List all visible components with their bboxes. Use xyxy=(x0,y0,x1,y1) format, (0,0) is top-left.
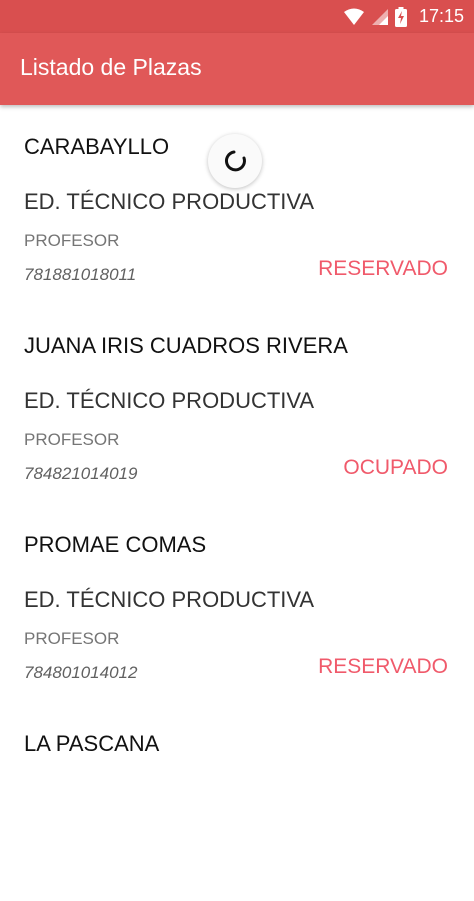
status-bar: 17:15 xyxy=(0,0,474,33)
app-bar: Listado de Plazas xyxy=(0,33,474,105)
item-code: 781881018011 xyxy=(24,265,137,284)
item-level: ED. TÉCNICO PRODUCTIVA xyxy=(24,388,315,413)
list-item[interactable]: PROMAE COMAS ED. TÉCNICO PRODUCTIVA PROF… xyxy=(0,503,474,702)
item-name: LA PASCANA xyxy=(24,731,160,756)
item-name: CARABAYLLO xyxy=(24,134,170,159)
signal-icon xyxy=(371,8,388,25)
list-item[interactable]: LA PASCANA xyxy=(0,702,474,901)
item-name: JUANA IRIS CUADROS RIVERA xyxy=(24,333,348,358)
page-title: Listado de Plazas xyxy=(20,54,202,80)
item-level: ED. TÉCNICO PRODUCTIVA xyxy=(24,587,315,612)
status-badge: OCUPADO xyxy=(343,456,448,479)
item-role: PROFESOR xyxy=(24,231,120,250)
item-role: PROFESOR xyxy=(24,430,120,449)
status-icons: 17:15 xyxy=(343,0,464,33)
battery-charging-icon xyxy=(394,6,407,27)
clock: 17:15 xyxy=(418,6,464,26)
list-item[interactable]: JUANA IRIS CUADROS RIVERA ED. TÉCNICO PR… xyxy=(0,304,474,503)
status-badge: RESERVADO xyxy=(318,655,448,678)
item-code: 784821014019 xyxy=(24,464,138,483)
item-name: PROMAE COMAS xyxy=(24,532,207,557)
wifi-icon xyxy=(343,8,364,25)
status-badge: RESERVADO xyxy=(318,257,448,280)
refresh-spinner-icon xyxy=(224,150,246,172)
item-role: PROFESOR xyxy=(24,629,120,648)
plazas-list[interactable]: CARABAYLLO ED. TÉCNICO PRODUCTIVA PROFES… xyxy=(0,105,474,901)
item-code: 784801014012 xyxy=(24,663,138,682)
loading-spinner xyxy=(208,134,262,188)
item-level: ED. TÉCNICO PRODUCTIVA xyxy=(24,189,315,214)
